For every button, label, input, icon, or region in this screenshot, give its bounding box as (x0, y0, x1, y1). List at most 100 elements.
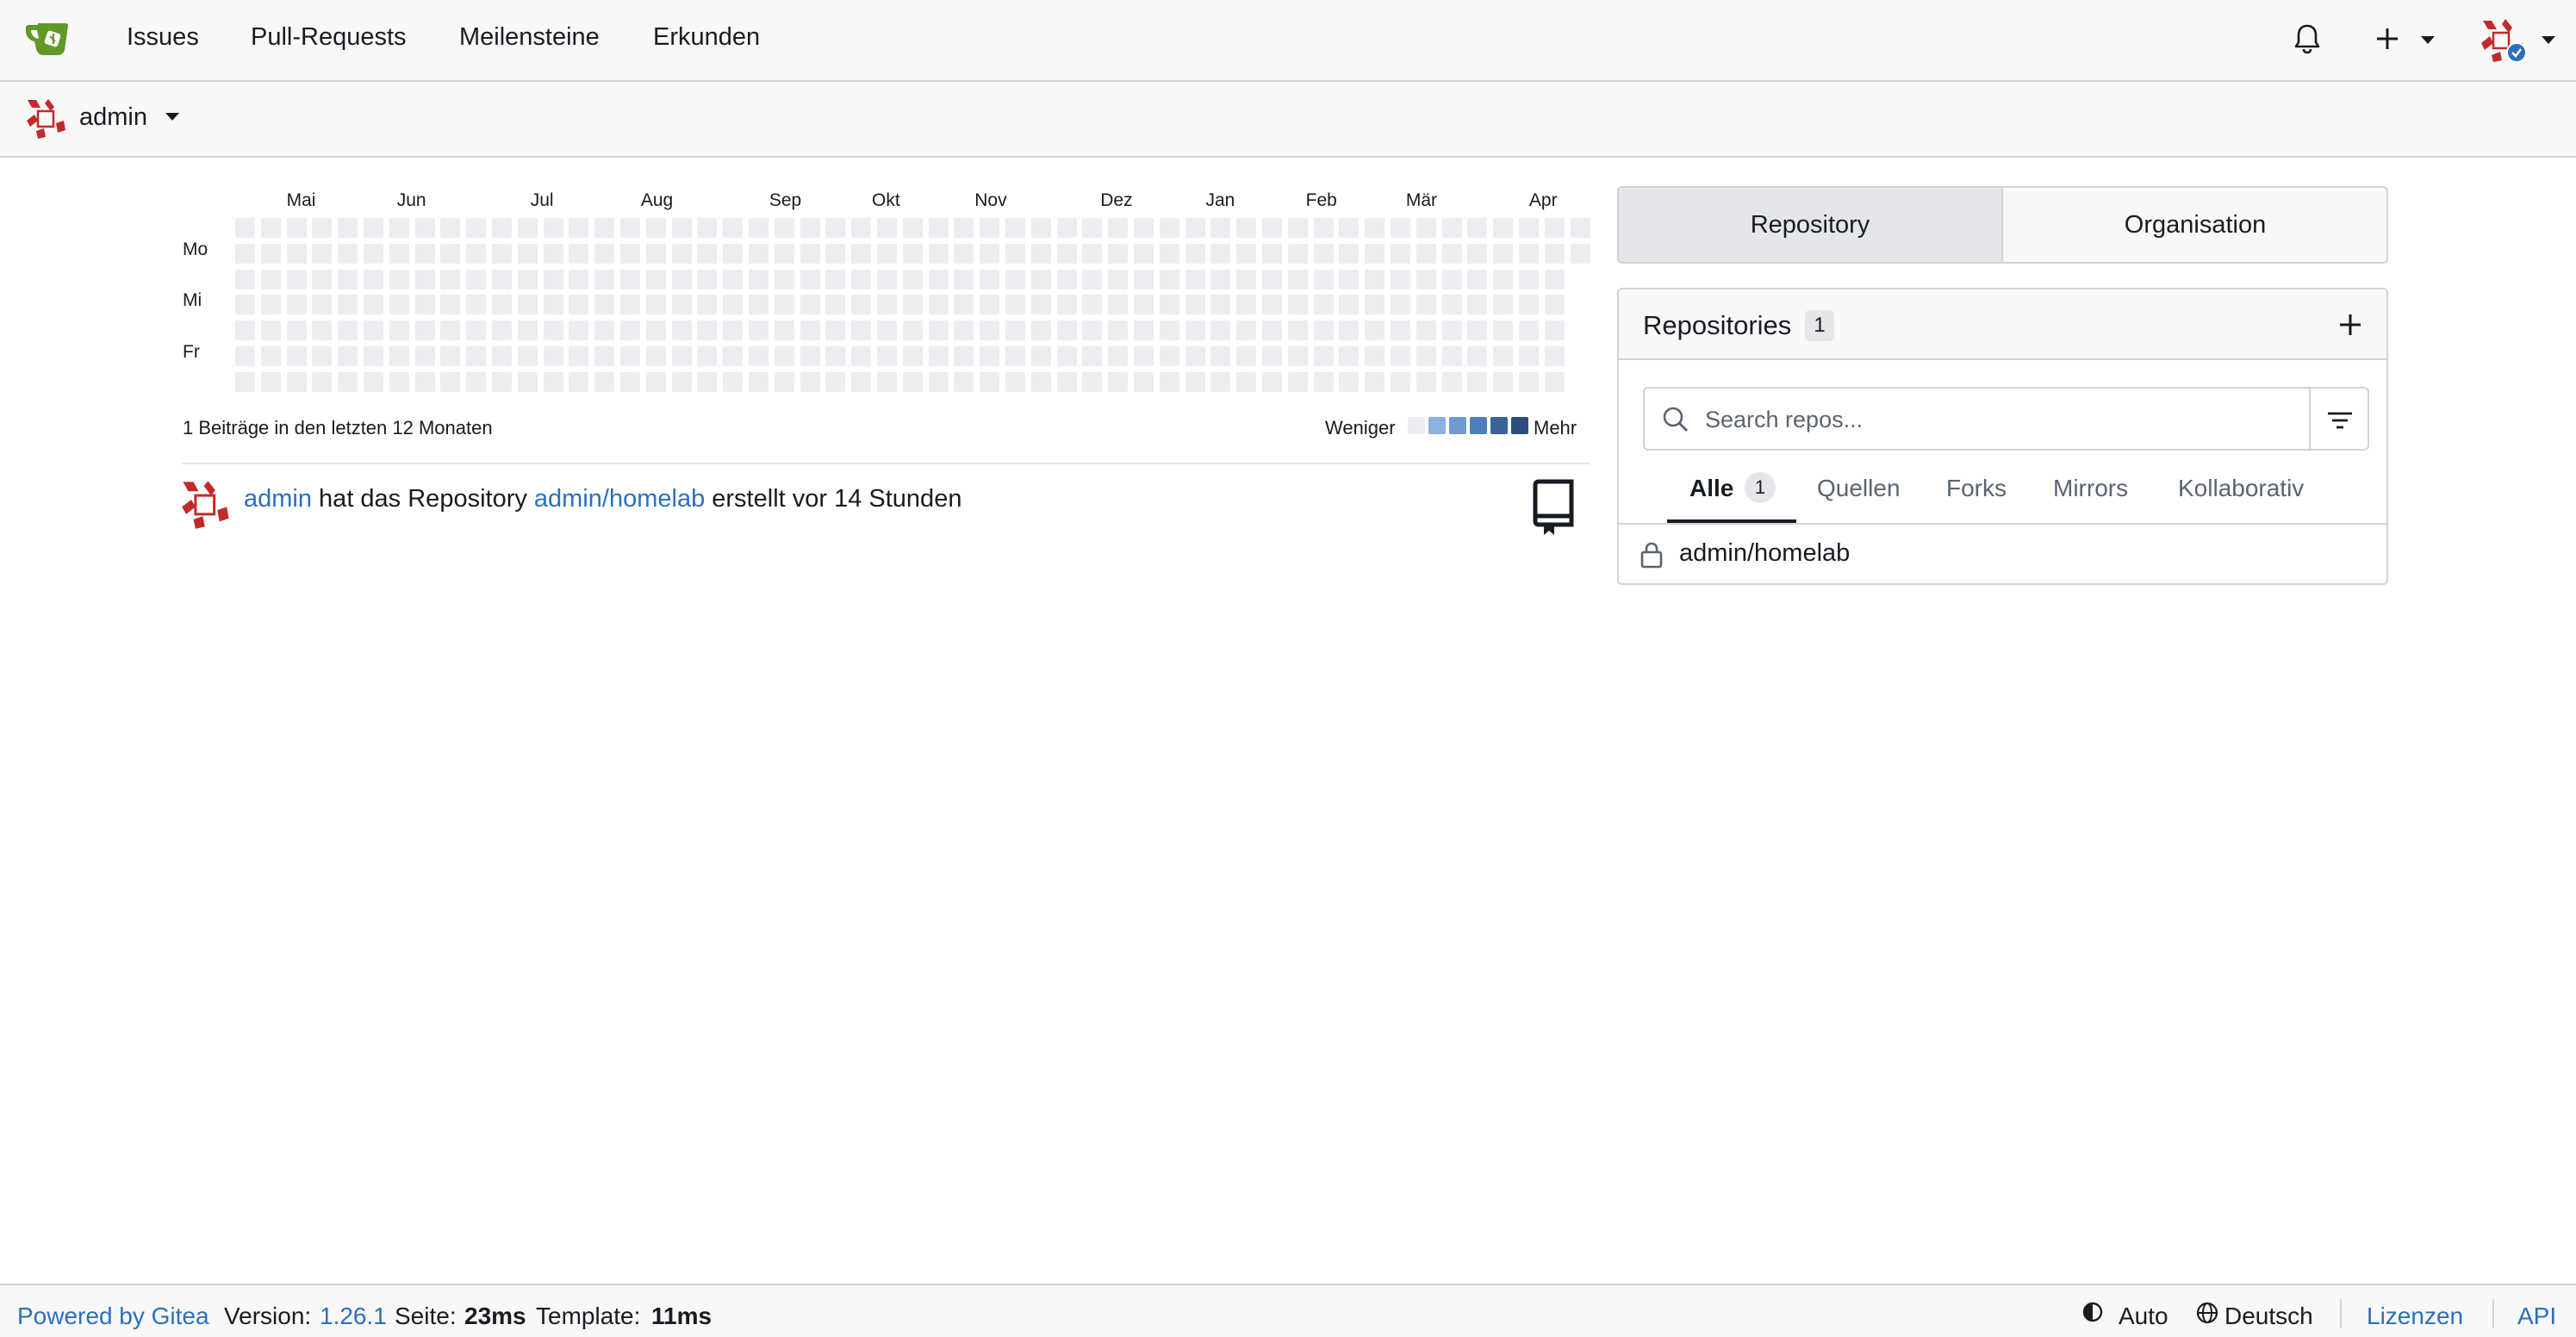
heatmap-cell[interactable] (1287, 295, 1308, 315)
heatmap-cell[interactable] (517, 320, 538, 341)
heatmap-cell[interactable] (1005, 346, 1025, 366)
heatmap-cell[interactable] (466, 218, 487, 238)
heatmap-cell[interactable] (594, 295, 615, 315)
nav-issues[interactable]: Issues (127, 23, 199, 52)
heatmap-cell[interactable] (774, 346, 794, 366)
heatmap-cell[interactable] (620, 371, 640, 392)
heatmap-cell[interactable] (364, 295, 383, 315)
heatmap-cell[interactable] (1185, 295, 1205, 315)
heatmap-cell[interactable] (1544, 346, 1565, 366)
heatmap-cell[interactable] (645, 346, 666, 366)
heatmap-cell[interactable] (1544, 371, 1565, 392)
heatmap-cell[interactable] (389, 269, 409, 289)
heatmap-cell[interactable] (877, 320, 897, 341)
heatmap-cell[interactable] (414, 371, 435, 392)
heatmap-cell[interactable] (338, 320, 358, 341)
nav-pull-requests[interactable]: Pull-Requests (251, 23, 407, 52)
heatmap-cell[interactable] (440, 371, 461, 392)
heatmap-cell[interactable] (1185, 371, 1205, 392)
heatmap-cell[interactable] (1519, 269, 1539, 289)
language-selector[interactable]: Deutsch (2224, 1303, 2313, 1330)
heatmap-cell[interactable] (1082, 269, 1103, 289)
heatmap-cell[interactable] (980, 269, 1000, 289)
heatmap-cell[interactable] (851, 346, 872, 366)
heatmap-cell[interactable] (1159, 320, 1179, 341)
heatmap-cell[interactable] (1287, 218, 1308, 238)
heatmap-cell[interactable] (466, 320, 487, 341)
heatmap-cell[interactable] (1185, 243, 1205, 264)
tab-all[interactable]: Alle (1689, 475, 1733, 502)
heatmap-cell[interactable] (1159, 346, 1179, 366)
heatmap-cell[interactable] (749, 371, 768, 392)
heatmap-cell[interactable] (440, 243, 461, 264)
heatmap-cell[interactable] (1108, 218, 1129, 238)
heatmap-cell[interactable] (1544, 218, 1565, 238)
heatmap-cell[interactable] (645, 243, 666, 264)
heatmap-cell[interactable] (851, 243, 872, 264)
heatmap-cell[interactable] (543, 243, 563, 264)
heatmap-cell[interactable] (543, 346, 563, 366)
heatmap-cell[interactable] (1493, 295, 1514, 315)
heatmap-cell[interactable] (389, 295, 409, 315)
heatmap-cell[interactable] (1056, 269, 1077, 289)
heatmap-cell[interactable] (877, 346, 897, 366)
heatmap-cell[interactable] (954, 371, 974, 392)
heatmap-cell[interactable] (1262, 320, 1282, 341)
heatmap-cell[interactable] (1287, 371, 1308, 392)
heatmap-cell[interactable] (800, 295, 820, 315)
repo-search-input[interactable] (1705, 401, 2291, 438)
repo-filter-button[interactable] (2309, 387, 2369, 451)
heatmap-cell[interactable] (1159, 371, 1179, 392)
heatmap-cell[interactable] (851, 371, 872, 392)
heatmap-cell[interactable] (1056, 371, 1077, 392)
heatmap-cell[interactable] (1030, 346, 1051, 366)
heatmap-cell[interactable] (1519, 371, 1539, 392)
heatmap-cell[interactable] (723, 269, 744, 289)
heatmap-cell[interactable] (1493, 346, 1514, 366)
heatmap-cell[interactable] (1056, 243, 1077, 264)
heatmap-cell[interactable] (1210, 269, 1231, 289)
heatmap-cell[interactable] (260, 243, 281, 264)
heatmap-cell[interactable] (569, 269, 589, 289)
heatmap-cell[interactable] (1108, 371, 1129, 392)
heatmap-cell[interactable] (1416, 269, 1436, 289)
heatmap-cell[interactable] (1416, 218, 1436, 238)
heatmap-cell[interactable] (364, 320, 383, 341)
heatmap-cell[interactable] (1262, 243, 1282, 264)
heatmap-cell[interactable] (902, 295, 923, 315)
heatmap-cell[interactable] (928, 346, 949, 366)
heatmap-cell[interactable] (774, 243, 794, 264)
heatmap-cell[interactable] (389, 218, 409, 238)
heatmap-cell[interactable] (980, 371, 1000, 392)
heatmap-cell[interactable] (389, 320, 409, 341)
heatmap-cell[interactable] (414, 295, 435, 315)
heatmap-cell[interactable] (671, 295, 692, 315)
heatmap-cell[interactable] (1391, 243, 1410, 264)
heatmap-cell[interactable] (1159, 243, 1179, 264)
heatmap-cell[interactable] (1416, 371, 1436, 392)
heatmap-cell[interactable] (1441, 346, 1462, 366)
theme-selector[interactable]: Auto (2119, 1303, 2168, 1330)
heatmap-cell[interactable] (1030, 218, 1051, 238)
heatmap-cell[interactable] (954, 295, 974, 315)
heatmap-cell[interactable] (723, 295, 744, 315)
feed-user-link[interactable]: admin (244, 485, 312, 513)
heatmap-cell[interactable] (928, 218, 949, 238)
heatmap-cell[interactable] (928, 243, 949, 264)
heatmap-cell[interactable] (1519, 218, 1539, 238)
heatmap-cell[interactable] (928, 269, 949, 289)
heatmap-cell[interactable] (338, 295, 358, 315)
heatmap-cell[interactable] (1030, 269, 1051, 289)
heatmap-cell[interactable] (543, 371, 563, 392)
heatmap-cell[interactable] (1313, 371, 1334, 392)
heatmap-cell[interactable] (1236, 269, 1257, 289)
heatmap-cell[interactable] (1108, 269, 1129, 289)
heatmap-cell[interactable] (1441, 243, 1462, 264)
heatmap-cell[interactable] (1082, 346, 1103, 366)
heatmap-cell[interactable] (671, 346, 692, 366)
heatmap-cell[interactable] (1441, 371, 1462, 392)
globe-icon[interactable] (2195, 1301, 2219, 1325)
heatmap-cell[interactable] (260, 346, 281, 366)
heatmap-cell[interactable] (235, 320, 255, 341)
heatmap-cell[interactable] (749, 320, 768, 341)
